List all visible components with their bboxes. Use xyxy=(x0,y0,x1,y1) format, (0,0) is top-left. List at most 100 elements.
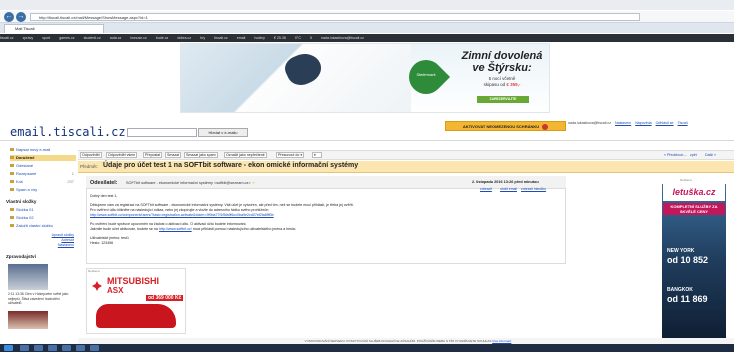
settings-link[interactable]: Nastavení xyxy=(615,121,631,125)
show-header-link[interactable]: zobrazit hlavičku xyxy=(521,187,546,191)
ad-banner[interactable]: Steiermark Zimní dovolená ve Štýrsku: 5 … xyxy=(180,43,550,113)
ad-label: Reklama xyxy=(88,269,100,273)
create-folder-link[interactable]: Založit vlastní složku xyxy=(10,223,76,229)
site-nav-item[interactable]: zprávy xyxy=(23,36,34,40)
taskbar-app[interactable] xyxy=(76,345,85,351)
sidebar-item-sent[interactable]: Odeslané xyxy=(10,163,76,169)
taskbar-app[interactable] xyxy=(62,345,71,351)
message-paragraph: Pro ověření účtu klikněte na následující… xyxy=(90,208,269,212)
site-nav-item[interactable]: bude.cz xyxy=(156,36,169,40)
compose-icon xyxy=(10,148,14,152)
folder-icon xyxy=(10,216,14,220)
start-button[interactable] xyxy=(4,345,13,351)
logout-link[interactable]: Odhlásit se xyxy=(656,121,674,125)
message-box xyxy=(86,176,566,264)
sidebar-item-folder-02[interactable]: Složka 02 xyxy=(10,215,76,221)
search-input[interactable] xyxy=(127,128,197,137)
sidebar-item-trash[interactable]: Koš 237 xyxy=(10,179,76,185)
ad-city: NEW YORK xyxy=(667,248,695,254)
site-nav-item[interactable]: auta.cz xyxy=(110,36,122,40)
site-nav-item[interactable]: tiscali.cz xyxy=(214,36,228,40)
site-nav-item[interactable]: games.cz xyxy=(59,36,74,40)
site-nav-item[interactable]: nada.lukasikova@tiscali.cz xyxy=(321,36,364,40)
subject-label: Předmět: xyxy=(80,164,98,169)
manage-folders-link[interactable]: Upravit složky xyxy=(40,233,74,237)
move-to-select[interactable]: Přesunout do ▾ xyxy=(276,152,305,158)
softbit-link[interactable]: http://www.softbit.cz/ xyxy=(159,227,192,231)
chevron-down-icon: ▾ xyxy=(314,153,316,157)
sent-icon xyxy=(10,164,14,168)
site-logo[interactable]: email.tiscali.cz xyxy=(10,125,126,139)
prev-message-link[interactable]: « Předchozí xyxy=(664,153,683,157)
save-email-link[interactable]: uložit email xyxy=(500,187,517,191)
site-nav-item[interactable]: € 25.36 xyxy=(274,36,286,40)
news-image[interactable] xyxy=(8,264,48,290)
ad-city: BANGKOK xyxy=(667,287,693,293)
tiscali-link[interactable]: Tiscali xyxy=(678,121,688,125)
site-nav-item[interactable]: sport xyxy=(42,36,50,40)
trash-icon xyxy=(10,180,14,184)
from-address[interactable]: SOFTbit software - ekonomické informační… xyxy=(126,181,256,185)
site-nav-item[interactable]: bonuse.cz xyxy=(130,36,146,40)
more-info-link[interactable]: Více informací xyxy=(492,339,511,343)
drafts-icon xyxy=(10,172,14,176)
help-link[interactable]: Nápověda xyxy=(635,121,651,125)
next-message-link[interactable]: Další » xyxy=(705,153,716,157)
sidebar-item-drafts[interactable]: Rozepsané 1 xyxy=(10,171,76,177)
banner-brand: Steiermark xyxy=(416,72,436,77)
search-button[interactable]: Hledat v e-mailu xyxy=(198,128,248,137)
site-nav-item[interactable]: dobra.cz xyxy=(177,36,191,40)
site-nav-item[interactable]: hodiny xyxy=(254,36,265,40)
site-nav-item[interactable]: hry xyxy=(200,36,205,40)
message-paragraph: Po ověření bude správce upozorněn na žád… xyxy=(90,222,247,226)
password-line: Heslo: 123456 xyxy=(90,241,114,245)
reply-all-button[interactable]: Odpovědět všem xyxy=(106,152,138,158)
browser-tab[interactable]: Mail Tiscali xyxy=(4,24,104,33)
activation-link[interactable]: http://www.softbit.cz/component/users/?t… xyxy=(90,213,274,217)
back-to-list-link[interactable]: zpět xyxy=(690,153,697,157)
site-nav-item[interactable]: tiscali.cz xyxy=(0,36,14,40)
reply-button[interactable]: Odpovědět xyxy=(80,152,102,158)
forward-mail-button[interactable]: Přeposlat xyxy=(143,152,163,158)
news-title: Zpravodajství xyxy=(6,254,36,259)
tab-row xyxy=(0,23,734,33)
from-label: Odesilatel: xyxy=(90,180,118,186)
folder-add-icon xyxy=(10,224,14,228)
ad-brand: MITSUBISHI xyxy=(107,276,160,286)
mark-unread-button[interactable]: Označit jako nepřečtené xyxy=(224,152,267,158)
taskbar-app[interactable] xyxy=(90,345,99,351)
delete-button[interactable]: Smazat xyxy=(165,152,182,158)
forward-button[interactable]: → xyxy=(16,12,26,22)
site-nav-item[interactable]: studenti.cz xyxy=(84,36,101,40)
taskbar-app[interactable] xyxy=(48,345,57,351)
site-nav-item[interactable]: email xyxy=(237,36,246,40)
url-field[interactable]: http://tiscali.tiscali.cz/mail/Message/S… xyxy=(30,13,640,21)
taskbar-app[interactable] xyxy=(20,345,29,351)
taskbar xyxy=(0,344,734,352)
sidebar-settings-link[interactable]: Nastavení xyxy=(40,243,74,247)
taskbar-app[interactable] xyxy=(34,345,43,351)
news-image-2[interactable] xyxy=(8,311,48,329)
sidebar-item-folder-01[interactable]: Složka 01 xyxy=(10,207,76,213)
activate-unlimited-button[interactable]: AKTIVOVAT NEOMEZENOU SCHRÁNKU xyxy=(445,121,566,131)
arrow-icon xyxy=(542,123,549,130)
sidebar-item-spam[interactable]: Spam a viry xyxy=(10,187,76,193)
site-nav-item[interactable]: 5 xyxy=(310,36,312,40)
news-text[interactable]: 2:11 13:36 Clen v Hokejovém světě jako n… xyxy=(8,292,70,306)
site-nav-item[interactable]: 0°C xyxy=(295,36,301,40)
move-to-dropdown[interactable]: ▾ xyxy=(312,152,322,158)
contact-add-icon[interactable]: ☺ xyxy=(252,181,256,185)
banner-cta-button[interactable]: ZAREZERVUJTE xyxy=(477,96,529,103)
back-button[interactable]: ← xyxy=(4,12,14,22)
view-link[interactable]: zobrazit xyxy=(480,187,492,191)
chevron-down-icon: ▾ xyxy=(300,153,303,157)
message-subject: Údaje pro účet test 1 na SOFTbit softwar… xyxy=(103,162,359,169)
banner-title: Zimní dovolená ve Štýrsku: xyxy=(461,50,543,74)
message-paragraph: Jakmile bude účet aktivován, budete se n… xyxy=(90,227,296,231)
ad-model: ASX xyxy=(107,286,124,295)
sidebar-item-inbox[interactable]: Doručené xyxy=(10,155,76,161)
sidebar-item-compose[interactable]: Napsat nový e-mail xyxy=(10,147,76,153)
delete-spam-button[interactable]: Smazat jako spam xyxy=(184,152,218,158)
divider xyxy=(0,140,734,141)
address-book-link[interactable]: Adresář xyxy=(40,238,74,242)
